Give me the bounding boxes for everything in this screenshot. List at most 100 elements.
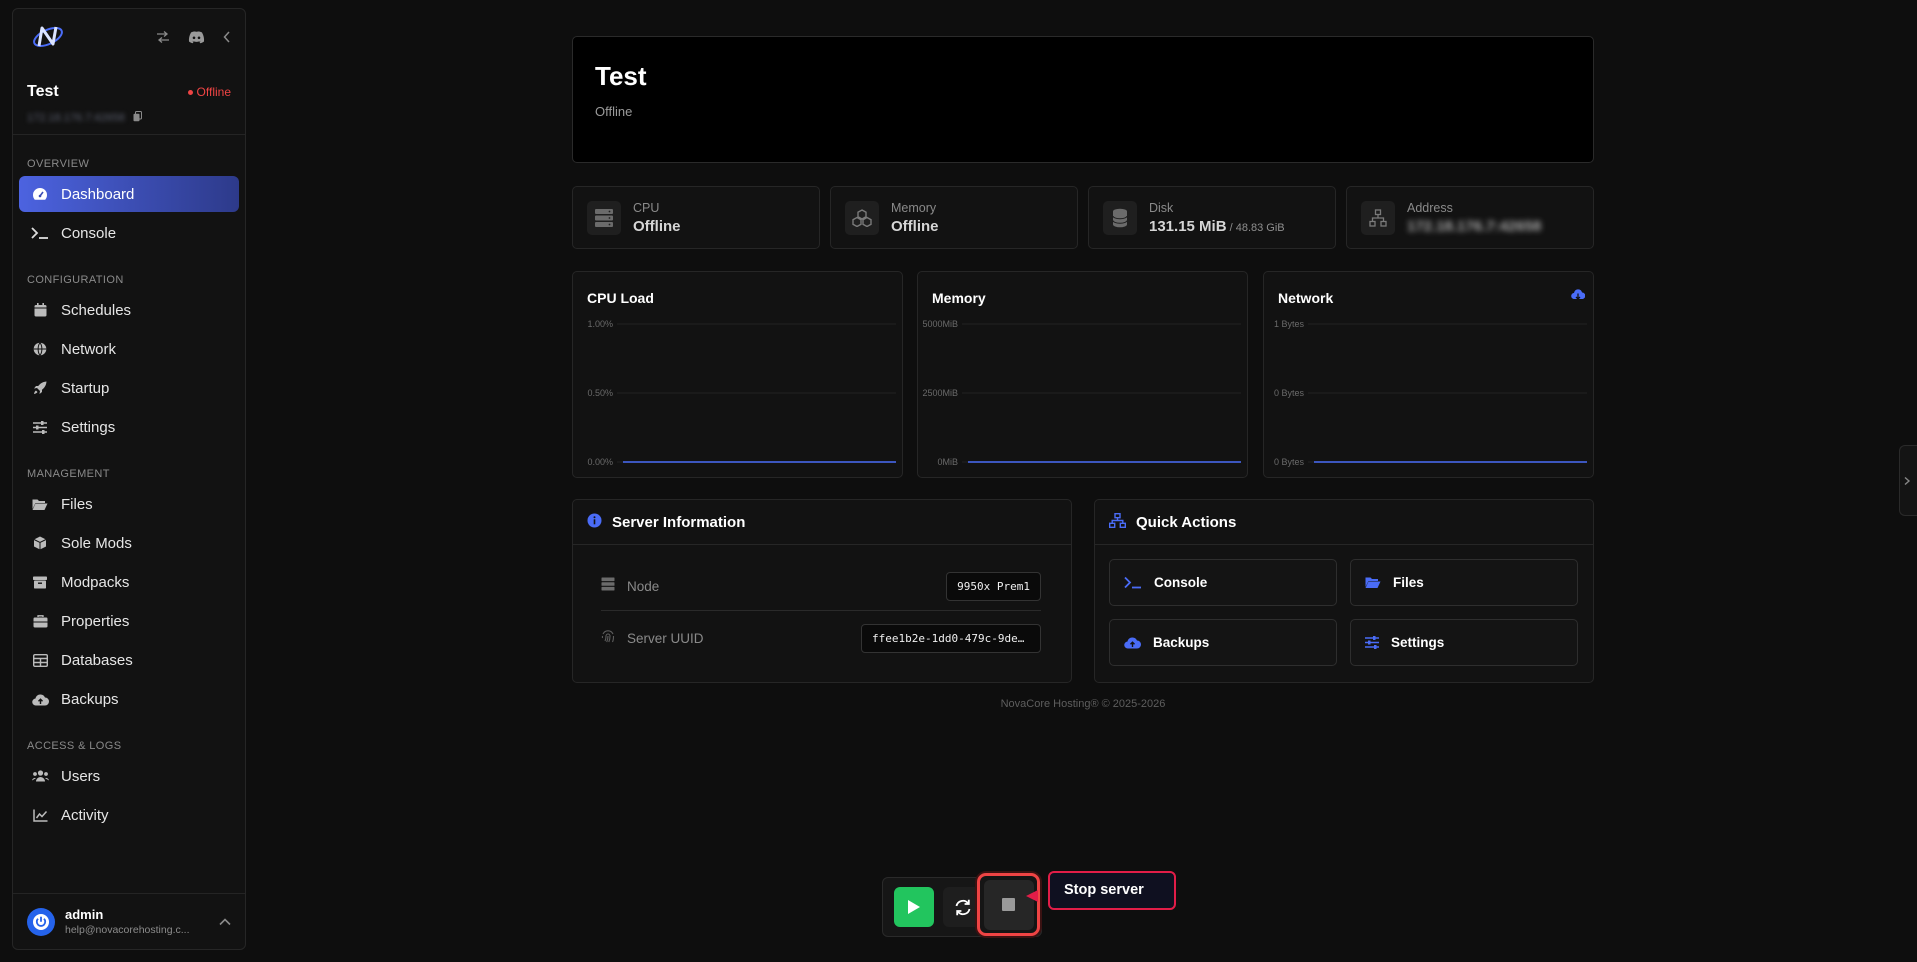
quick-backups-button[interactable]: Backups — [1109, 619, 1337, 666]
rocket-icon — [31, 379, 49, 397]
terminal-icon — [1904, 476, 1910, 485]
stop-server-button[interactable] — [977, 873, 1040, 936]
toolbox-icon — [31, 612, 49, 630]
power-avatar-icon — [33, 913, 49, 930]
folder-icon — [1365, 576, 1381, 589]
stat-disk: Disk 131.15 MiB / 48.83 GiB — [1088, 186, 1336, 249]
network-icon — [1108, 512, 1127, 532]
y-tick-label: 0MiB — [937, 457, 958, 467]
quick-actions-panel: Quick Actions Console Files Backups Sett… — [1094, 499, 1594, 683]
sidebar-item-modpacks[interactable]: Modpacks — [19, 564, 239, 600]
stat-value: Offline — [891, 217, 939, 235]
sidebar-item-activity[interactable]: Activity — [19, 797, 239, 833]
sidebar: Test Offline 172.18.176.7:42658 OVERVIEW… — [12, 8, 246, 950]
sidebar-item-label: Activity — [61, 806, 109, 824]
sidebar-item-label: Sole Mods — [61, 534, 132, 552]
nav-section-management: MANAGEMENT — [27, 468, 110, 480]
tooltip-pointer — [1026, 890, 1038, 902]
chart-title: Network — [1278, 290, 1334, 306]
button-label: Files — [1393, 575, 1424, 590]
user-name: admin — [65, 907, 104, 922]
stat-address: Address 172.18.176.7:42658 — [1346, 186, 1594, 249]
node-value: 9950x Prem1 — [946, 571, 1041, 601]
stat-label: Disk — [1149, 200, 1174, 215]
nav-section-access-logs: ACCESS & LOGS — [27, 740, 122, 752]
sidebar-item-schedules[interactable]: Schedules — [19, 292, 239, 328]
sidebar-item-databases[interactable]: Databases — [19, 642, 239, 678]
server-icon — [587, 200, 621, 235]
console-drawer-toggle[interactable] — [1899, 445, 1917, 516]
server-icon — [601, 577, 615, 596]
sidebar-item-startup[interactable]: Startup — [19, 370, 239, 406]
info-row-node: Node 9950x Prem1 — [601, 568, 1041, 604]
y-tick-label: 2500MiB — [922, 388, 958, 398]
divider — [601, 610, 1041, 611]
users-icon — [31, 767, 49, 785]
sidebar-divider — [13, 134, 245, 135]
switch-server-icon[interactable] — [156, 31, 170, 43]
discord-icon[interactable] — [188, 31, 205, 44]
info-icon — [587, 513, 602, 532]
collapse-sidebar-icon[interactable] — [223, 31, 231, 43]
sidebar-item-dashboard[interactable]: Dashboard — [19, 176, 239, 212]
button-label: Console — [1154, 575, 1208, 590]
sidebar-item-console[interactable]: Console — [19, 215, 239, 251]
sidebar-item-label: Startup — [61, 379, 110, 397]
brand-logo-icon[interactable] — [31, 22, 65, 52]
sidebar-item-properties[interactable]: Properties — [19, 603, 239, 639]
quick-files-button[interactable]: Files — [1350, 559, 1578, 606]
footer-copyright: NovaCore Hosting® © 2025-2026 — [1000, 698, 1166, 710]
sidebar-item-backups[interactable]: Backups — [19, 681, 239, 717]
y-tick-label: 5000MiB — [922, 319, 958, 329]
nav-section-overview: OVERVIEW — [27, 158, 90, 170]
sidebar-item-network[interactable]: Network — [19, 331, 239, 367]
copy-icon[interactable] — [133, 109, 142, 127]
fingerprint-icon — [601, 629, 615, 648]
panel-title: Server Information — [612, 513, 746, 531]
memory-chart-card: 5000MiB 2500MiB 0MiB Memory — [917, 271, 1248, 478]
nav-section-configuration: CONFIGURATION — [27, 274, 124, 286]
stat-value: 172.18.176.7:42658 — [1407, 217, 1542, 235]
user-email: help@novacorehosting.c... — [65, 924, 190, 936]
panel-title: Quick Actions — [1136, 513, 1237, 531]
sidebar-item-files[interactable]: Files — [19, 486, 239, 522]
server-status-text: Offline — [196, 85, 231, 99]
y-tick-label: 0 Bytes — [1274, 457, 1305, 467]
header-status: Offline — [595, 104, 633, 119]
sliders-icon — [1365, 636, 1379, 649]
y-tick-label: 0.50% — [587, 388, 613, 398]
stat-label: Address — [1407, 200, 1453, 215]
sidebar-item-users[interactable]: Users — [19, 758, 239, 794]
button-label: Backups — [1153, 635, 1210, 650]
globe-icon — [31, 340, 49, 358]
start-server-button[interactable] — [894, 887, 934, 927]
sidebar-item-label: Files — [61, 495, 93, 513]
y-tick-label: 0.00% — [587, 457, 613, 467]
stop-icon — [1002, 898, 1015, 911]
server-name: Test — [27, 83, 59, 100]
node-label: Node — [627, 578, 660, 594]
cloud-upload-icon — [1124, 636, 1141, 649]
sidebar-item-sole-mods[interactable]: Sole Mods — [19, 525, 239, 561]
sidebar-item-label: Modpacks — [61, 573, 130, 591]
chevron-up-icon[interactable] — [219, 913, 231, 931]
sidebar-item-settings[interactable]: Settings — [19, 409, 239, 445]
y-tick-label: 1.00% — [587, 319, 613, 329]
avatar — [27, 907, 55, 936]
refresh-icon — [955, 899, 971, 915]
sidebar-header — [13, 9, 245, 65]
stop-server-tooltip: Stop server — [1048, 871, 1176, 910]
quick-settings-button[interactable]: Settings — [1350, 619, 1578, 666]
network-icon — [1361, 200, 1395, 235]
stat-memory: Memory Offline — [830, 186, 1078, 249]
sidebar-item-label: Backups — [61, 690, 119, 708]
uuid-value[interactable]: ffee1b2e-1dd0-479c-9de2-... — [861, 623, 1041, 653]
server-header-card: Test Offline — [572, 36, 1594, 163]
quick-console-button[interactable]: Console — [1109, 559, 1337, 606]
user-menu[interactable]: admin help@novacorehosting.c... — [13, 893, 245, 949]
gauge-icon — [31, 185, 49, 203]
table-icon — [31, 651, 49, 669]
stat-label: Memory — [891, 200, 937, 215]
chart-title: CPU Load — [587, 290, 654, 306]
server-address: 172.18.176.7:42658 — [27, 112, 125, 124]
